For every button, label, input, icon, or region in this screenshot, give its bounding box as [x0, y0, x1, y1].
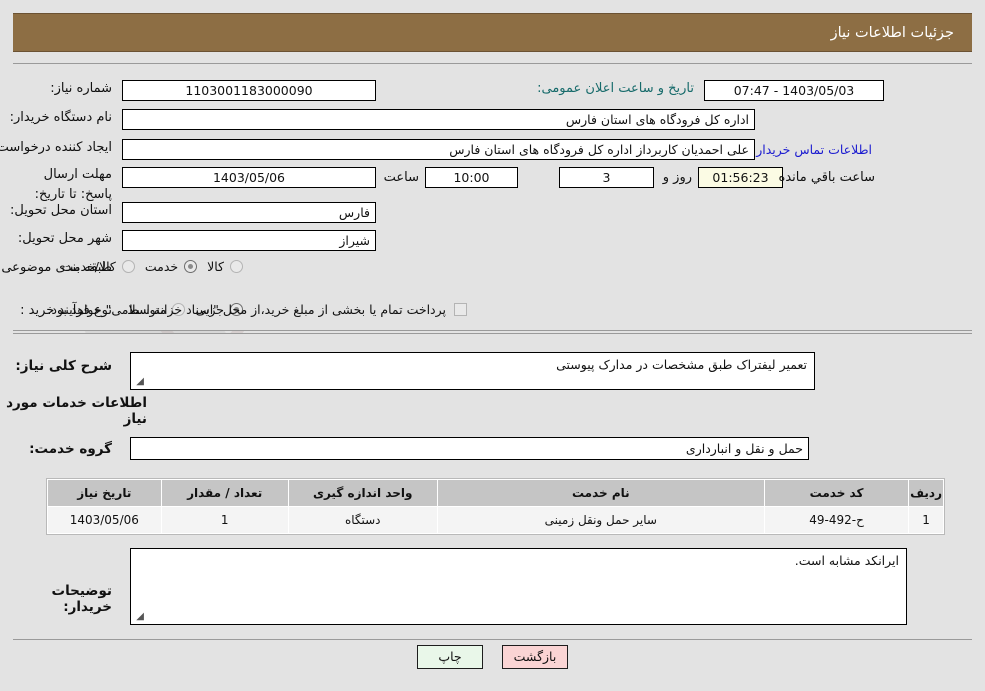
radio-category-kala[interactable]: [230, 260, 243, 273]
cell-service-name: سایر حمل ونقل زمینی: [436, 506, 765, 534]
days-remaining-value: 3: [559, 167, 654, 188]
table-header-row: ردیف کد خدمت نام خدمت واحد اندازه گیری ت…: [47, 479, 944, 507]
footer-button-bar: بازگشت چاپ: [0, 645, 985, 669]
services-section-heading: اطلاعات خدمات مورد نیاز: [6, 395, 147, 427]
th-unit: واحد اندازه گیری: [287, 479, 438, 507]
province-value: فارس: [122, 202, 376, 223]
buyer-contact-link[interactable]: اطلاعات تماس خریدار: [756, 142, 872, 157]
creator-row: ایجاد کننده درخواست:: [0, 140, 112, 155]
creator-value: علی احمدیان کاربرداز اداره کل فرودگاه ها…: [122, 139, 755, 160]
need-number-value: 1103001183000090: [122, 80, 376, 101]
radio-category-kala-khedmat[interactable]: [121, 260, 135, 273]
city-value: شیراز: [122, 230, 376, 251]
services-table: ردیف کد خدمت نام خدمت واحد اندازه گیری ت…: [46, 478, 945, 535]
buyer-org-row: نام دستگاه خریدار:: [10, 110, 112, 125]
service-group-label: گروه خدمت:: [29, 441, 112, 457]
description-label: شرح کلی نیاز:: [15, 358, 112, 374]
deadline-label: مهلت ارسال پاسخ: تا تاریخ:: [34, 167, 112, 202]
radio-category-kala-label: کالا: [207, 259, 224, 274]
province-label: استان محل تحویل:: [10, 203, 112, 218]
cell-service-code: ح-492-49: [763, 506, 910, 534]
window-title-bar: جزئیات اطلاعات نیاز: [13, 13, 972, 52]
page-root: AriaTender.net جزئیات اطلاعات نیاز شماره…: [0, 0, 985, 691]
category-options-group: کالا خدمت کالا/خدمت: [51, 259, 243, 274]
th-service-code: کد خدمت: [763, 479, 910, 507]
description-value: تعمیر لیفتراک طبق مشخصات در مدارک پیوستی: [556, 357, 807, 372]
cell-row-no: 1: [908, 506, 944, 534]
countdown-label: ساعت باقي مانده: [778, 170, 875, 185]
buyer-notes-resize-handle[interactable]: ◢: [134, 612, 144, 622]
description-textarea[interactable]: تعمیر لیفتراک طبق مشخصات در مدارک پیوستی…: [130, 352, 815, 390]
cell-unit: دستگاه: [287, 506, 438, 534]
checkbox-islamic-treasury-docs[interactable]: [454, 303, 467, 316]
th-quantity: تعداد / مقدار: [160, 479, 289, 507]
th-need-date: تاریخ نیاز: [47, 479, 162, 507]
city-row: شهر محل تحویل:: [18, 231, 112, 246]
buyer-notes-value: ایرانکد مشابه است.: [794, 553, 899, 568]
back-button[interactable]: بازگشت: [502, 645, 568, 669]
table-row: 1 ح-492-49 سایر حمل ونقل زمینی دستگاه 1 …: [47, 506, 944, 534]
cell-quantity: 1: [160, 506, 289, 534]
th-service-name: نام خدمت: [436, 479, 765, 507]
buyer-org-label: نام دستگاه خریدار:: [9, 110, 112, 125]
need-number-row: شماره نیاز:: [50, 81, 112, 96]
description-resize-handle[interactable]: ◢: [134, 377, 144, 387]
service-group-value: حمل و نقل و انبارداری: [130, 437, 809, 460]
buyer-org-value: اداره کل فرودگاه های استان فارس: [122, 109, 755, 130]
province-row: استان محل تحویل:: [10, 203, 112, 218]
radio-category-khedmat[interactable]: [184, 260, 198, 273]
payment-checkbox-label: پرداخت تمام یا بخشی از مبلغ خرید،از محل …: [47, 302, 446, 317]
deadline-row: مهلت ارسال پاسخ: تا تاریخ:: [12, 163, 112, 203]
creator-label: ایجاد کننده درخواست:: [0, 140, 112, 155]
days-label: روز و: [662, 170, 692, 185]
need-number-label: شماره نیاز:: [50, 81, 112, 96]
announce-datetime-value: 1403/05/03 - 07:47: [704, 80, 884, 101]
print-button[interactable]: چاپ: [417, 645, 483, 669]
th-row-no: ردیف: [908, 479, 944, 507]
hour-value: 10:00: [425, 167, 518, 188]
buyer-notes-label: توضیحات خریدار:: [51, 583, 112, 615]
page-title: جزئیات اطلاعات نیاز: [830, 24, 954, 41]
hour-label: ساعت: [383, 170, 419, 185]
radio-category-khedmat-label: خدمت: [144, 259, 179, 274]
deadline-date-value: 1403/05/06: [122, 167, 376, 188]
announce-datetime-row: تاریخ و ساعت اعلان عمومی:: [537, 81, 694, 96]
buyer-notes-textarea[interactable]: ایرانکد مشابه است. ◢: [130, 548, 907, 625]
city-label: شهر محل تحویل:: [17, 231, 112, 246]
cell-need-date: 1403/05/06: [47, 506, 162, 534]
announce-datetime-label: تاریخ و ساعت اعلان عمومی:: [537, 81, 694, 96]
need-info-panel: [13, 63, 972, 331]
payment-checkbox-group: پرداخت تمام یا بخشی از مبلغ خرید،از محل …: [37, 302, 467, 317]
countdown-timer-value: 01:56:23: [698, 167, 783, 188]
radio-category-kala-khedmat-label: کالا/خدمت: [61, 259, 116, 274]
